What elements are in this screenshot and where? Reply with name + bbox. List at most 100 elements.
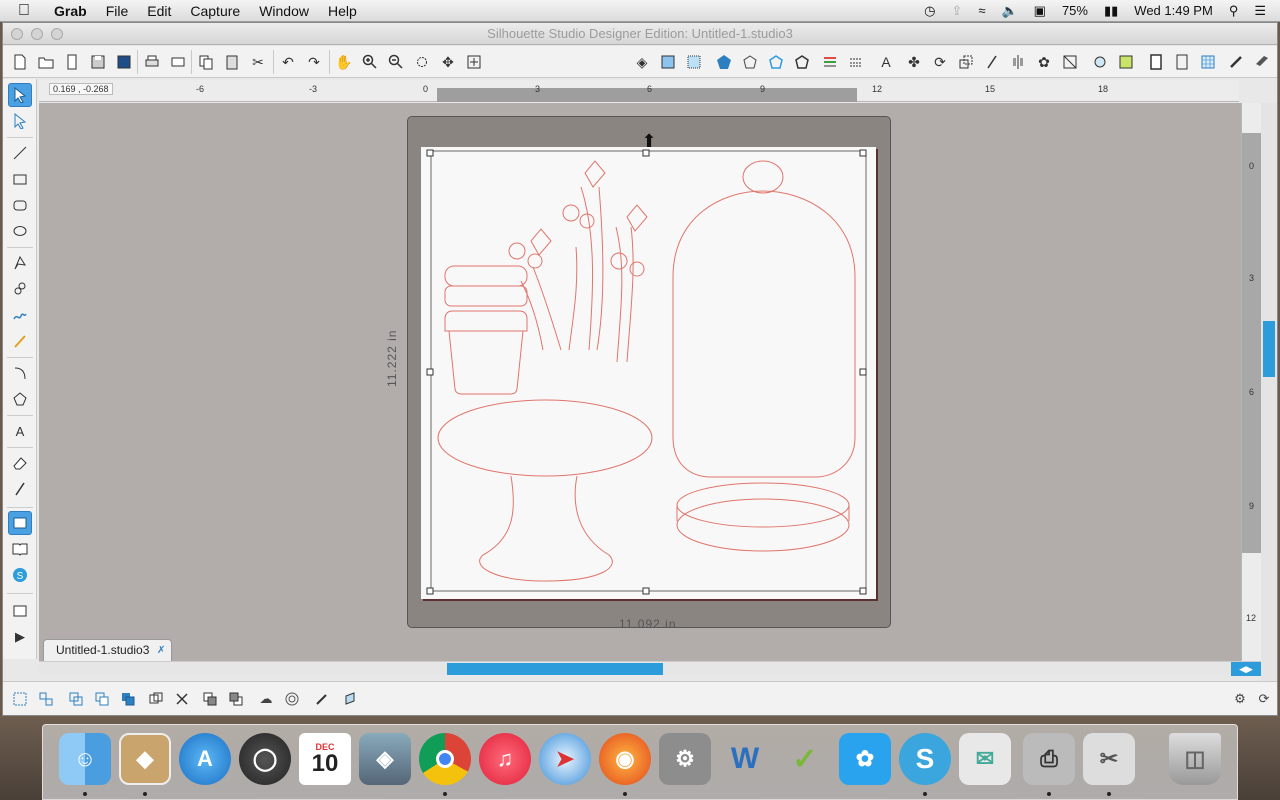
rounded-rectangle-tool-icon[interactable] — [8, 193, 32, 217]
send-to-back-icon[interactable] — [225, 688, 247, 710]
shape-outline-icon[interactable] — [791, 51, 813, 73]
offset-icon[interactable] — [1089, 51, 1111, 73]
duplicate-icon[interactable] — [145, 688, 167, 710]
new-document-icon[interactable] — [9, 51, 31, 73]
release-compound-path-icon[interactable] — [91, 688, 113, 710]
zoom-in-icon[interactable] — [359, 51, 381, 73]
rotate-handle-icon[interactable]: ⬆ — [639, 131, 659, 151]
shape-effects-icon[interactable]: ☁ — [255, 688, 277, 710]
screenshot-status-icon[interactable]: ▣ — [1034, 3, 1046, 19]
text-tool-icon[interactable]: A — [8, 419, 32, 443]
panel-toggle-icon[interactable] — [8, 599, 32, 623]
delete-icon[interactable] — [171, 688, 193, 710]
minimize-window-button[interactable] — [31, 28, 43, 40]
expand-panel-icon[interactable]: ▶ — [8, 625, 32, 649]
menu-help[interactable]: Help — [328, 3, 357, 19]
edit-points-tool-icon[interactable] — [8, 109, 32, 133]
eraser-tool-icon[interactable] — [8, 451, 32, 475]
settings-gear-icon[interactable]: ⚙ — [1229, 688, 1251, 710]
menu-file[interactable]: File — [106, 3, 129, 19]
trash-icon[interactable]: ◫ — [1169, 733, 1221, 785]
menu-edit[interactable]: Edit — [147, 3, 171, 19]
print-icon[interactable] — [141, 51, 163, 73]
curve-tool-icon[interactable] — [8, 277, 32, 301]
select-tool-icon[interactable] — [8, 83, 32, 107]
knife-tool-icon[interactable] — [8, 477, 32, 501]
firefox-icon[interactable]: ◉ — [599, 733, 651, 785]
bluetooth-icon[interactable]: ⇪ — [951, 3, 962, 19]
library-view-icon[interactable] — [8, 537, 32, 561]
horizontal-scroll-thumb[interactable] — [447, 663, 663, 675]
send-to-cutter-icon[interactable] — [167, 51, 189, 73]
text-style-icon[interactable]: A — [875, 51, 897, 73]
modify-icon[interactable] — [1059, 51, 1081, 73]
document-tab[interactable]: Untitled-1.studio3 ✗ — [43, 639, 173, 661]
close-window-button[interactable] — [11, 28, 23, 40]
zoom-window-button[interactable] — [51, 28, 63, 40]
word-icon[interactable]: W — [719, 733, 771, 785]
transform-icon[interactable]: ✤ — [903, 51, 925, 73]
weld-icon[interactable] — [117, 688, 139, 710]
menu-capture[interactable]: Capture — [190, 3, 240, 19]
horizontal-scrollbar[interactable]: ◀▶ — [39, 661, 1261, 676]
calendar-icon[interactable]: DEC 10 — [299, 733, 351, 785]
mail-stationery-icon[interactable]: ✉ — [959, 733, 1011, 785]
bring-to-front-icon[interactable] — [199, 688, 221, 710]
align-icon[interactable] — [1007, 51, 1029, 73]
dashboard-icon[interactable]: ◯ — [239, 733, 291, 785]
menu-app-grab[interactable]: Grab — [54, 3, 87, 19]
cut-scissors-icon[interactable]: ✂ — [247, 51, 269, 73]
copy-icon[interactable] — [195, 51, 217, 73]
cut-design-artwork[interactable] — [421, 147, 876, 599]
regular-polygon-tool-icon[interactable] — [8, 387, 32, 411]
iphoto-icon[interactable]: ◈ — [359, 733, 411, 785]
scale-icon[interactable] — [955, 51, 977, 73]
rectangle-tool-icon[interactable] — [8, 167, 32, 191]
itunes-icon[interactable]: ♫ — [479, 733, 531, 785]
scroll-arrows-icon[interactable]: ◀▶ — [1231, 662, 1261, 676]
apple-icon[interactable]:  — [18, 2, 38, 20]
fill-color-icon[interactable]: ◈ — [631, 51, 653, 73]
close-tab-icon[interactable]: ✗ — [157, 640, 165, 661]
vertical-scroll-thumb[interactable] — [1263, 321, 1275, 377]
time-machine-icon[interactable]: ◷ — [924, 3, 935, 19]
freehand-tool-icon[interactable] — [8, 303, 32, 327]
twitter-icon[interactable]: ✿ — [839, 733, 891, 785]
chrome-icon[interactable] — [419, 733, 471, 785]
printer-icon[interactable]: ⎙ — [1023, 733, 1075, 785]
shear-icon[interactable] — [981, 51, 1003, 73]
silhouette-store-icon[interactable] — [1251, 51, 1273, 73]
send-to-silhouette-icon[interactable] — [1225, 51, 1247, 73]
app-store-icon[interactable]: A — [179, 733, 231, 785]
redo-icon[interactable]: ↷ — [303, 51, 325, 73]
make-compound-path-icon[interactable] — [65, 688, 87, 710]
online-store-icon[interactable]: S — [8, 563, 32, 587]
target-icon[interactable] — [281, 688, 303, 710]
polygon-tool-icon[interactable] — [8, 251, 32, 275]
battery-percent[interactable]: 75% — [1062, 3, 1088, 18]
design-page-view-icon[interactable] — [8, 511, 32, 535]
notification-center-icon[interactable]: ☰ — [1254, 3, 1266, 19]
replicate-icon[interactable]: ✿ — [1033, 51, 1055, 73]
open-library-icon[interactable] — [61, 51, 83, 73]
horizontal-ruler[interactable]: 0.169 , -0.268 -6 -3 0 3 6 9 12 15 18 — [39, 80, 1239, 102]
wifi-icon[interactable]: ≈ — [978, 3, 985, 18]
title-bar[interactable]: Silhouette Studio Designer Edition: Unti… — [3, 23, 1277, 45]
preview-icon[interactable]: ◆ — [119, 733, 171, 785]
grab-icon[interactable]: ✂ — [1083, 733, 1135, 785]
finder-icon[interactable]: ☺ — [59, 733, 111, 785]
gradient-panel-icon[interactable] — [657, 51, 679, 73]
zoom-select-icon[interactable] — [411, 51, 433, 73]
menu-window[interactable]: Window — [259, 3, 309, 19]
smooth-freehand-tool-icon[interactable] — [8, 329, 32, 353]
vertical-ruler[interactable]: 0 3 6 9 12 — [1241, 103, 1262, 663]
save-icon[interactable] — [87, 51, 109, 73]
line-style-icon[interactable] — [739, 51, 761, 73]
spotlight-search-icon[interactable]: ⚲ — [1229, 3, 1239, 19]
lync-icon[interactable]: ✓ — [779, 733, 831, 785]
fill-pattern-icon[interactable] — [683, 51, 705, 73]
battery-icon[interactable]: ▮▮ — [1104, 3, 1118, 19]
vertical-scrollbar[interactable] — [1261, 103, 1277, 683]
group-icon[interactable] — [9, 688, 31, 710]
arc-tool-icon[interactable] — [8, 361, 32, 385]
